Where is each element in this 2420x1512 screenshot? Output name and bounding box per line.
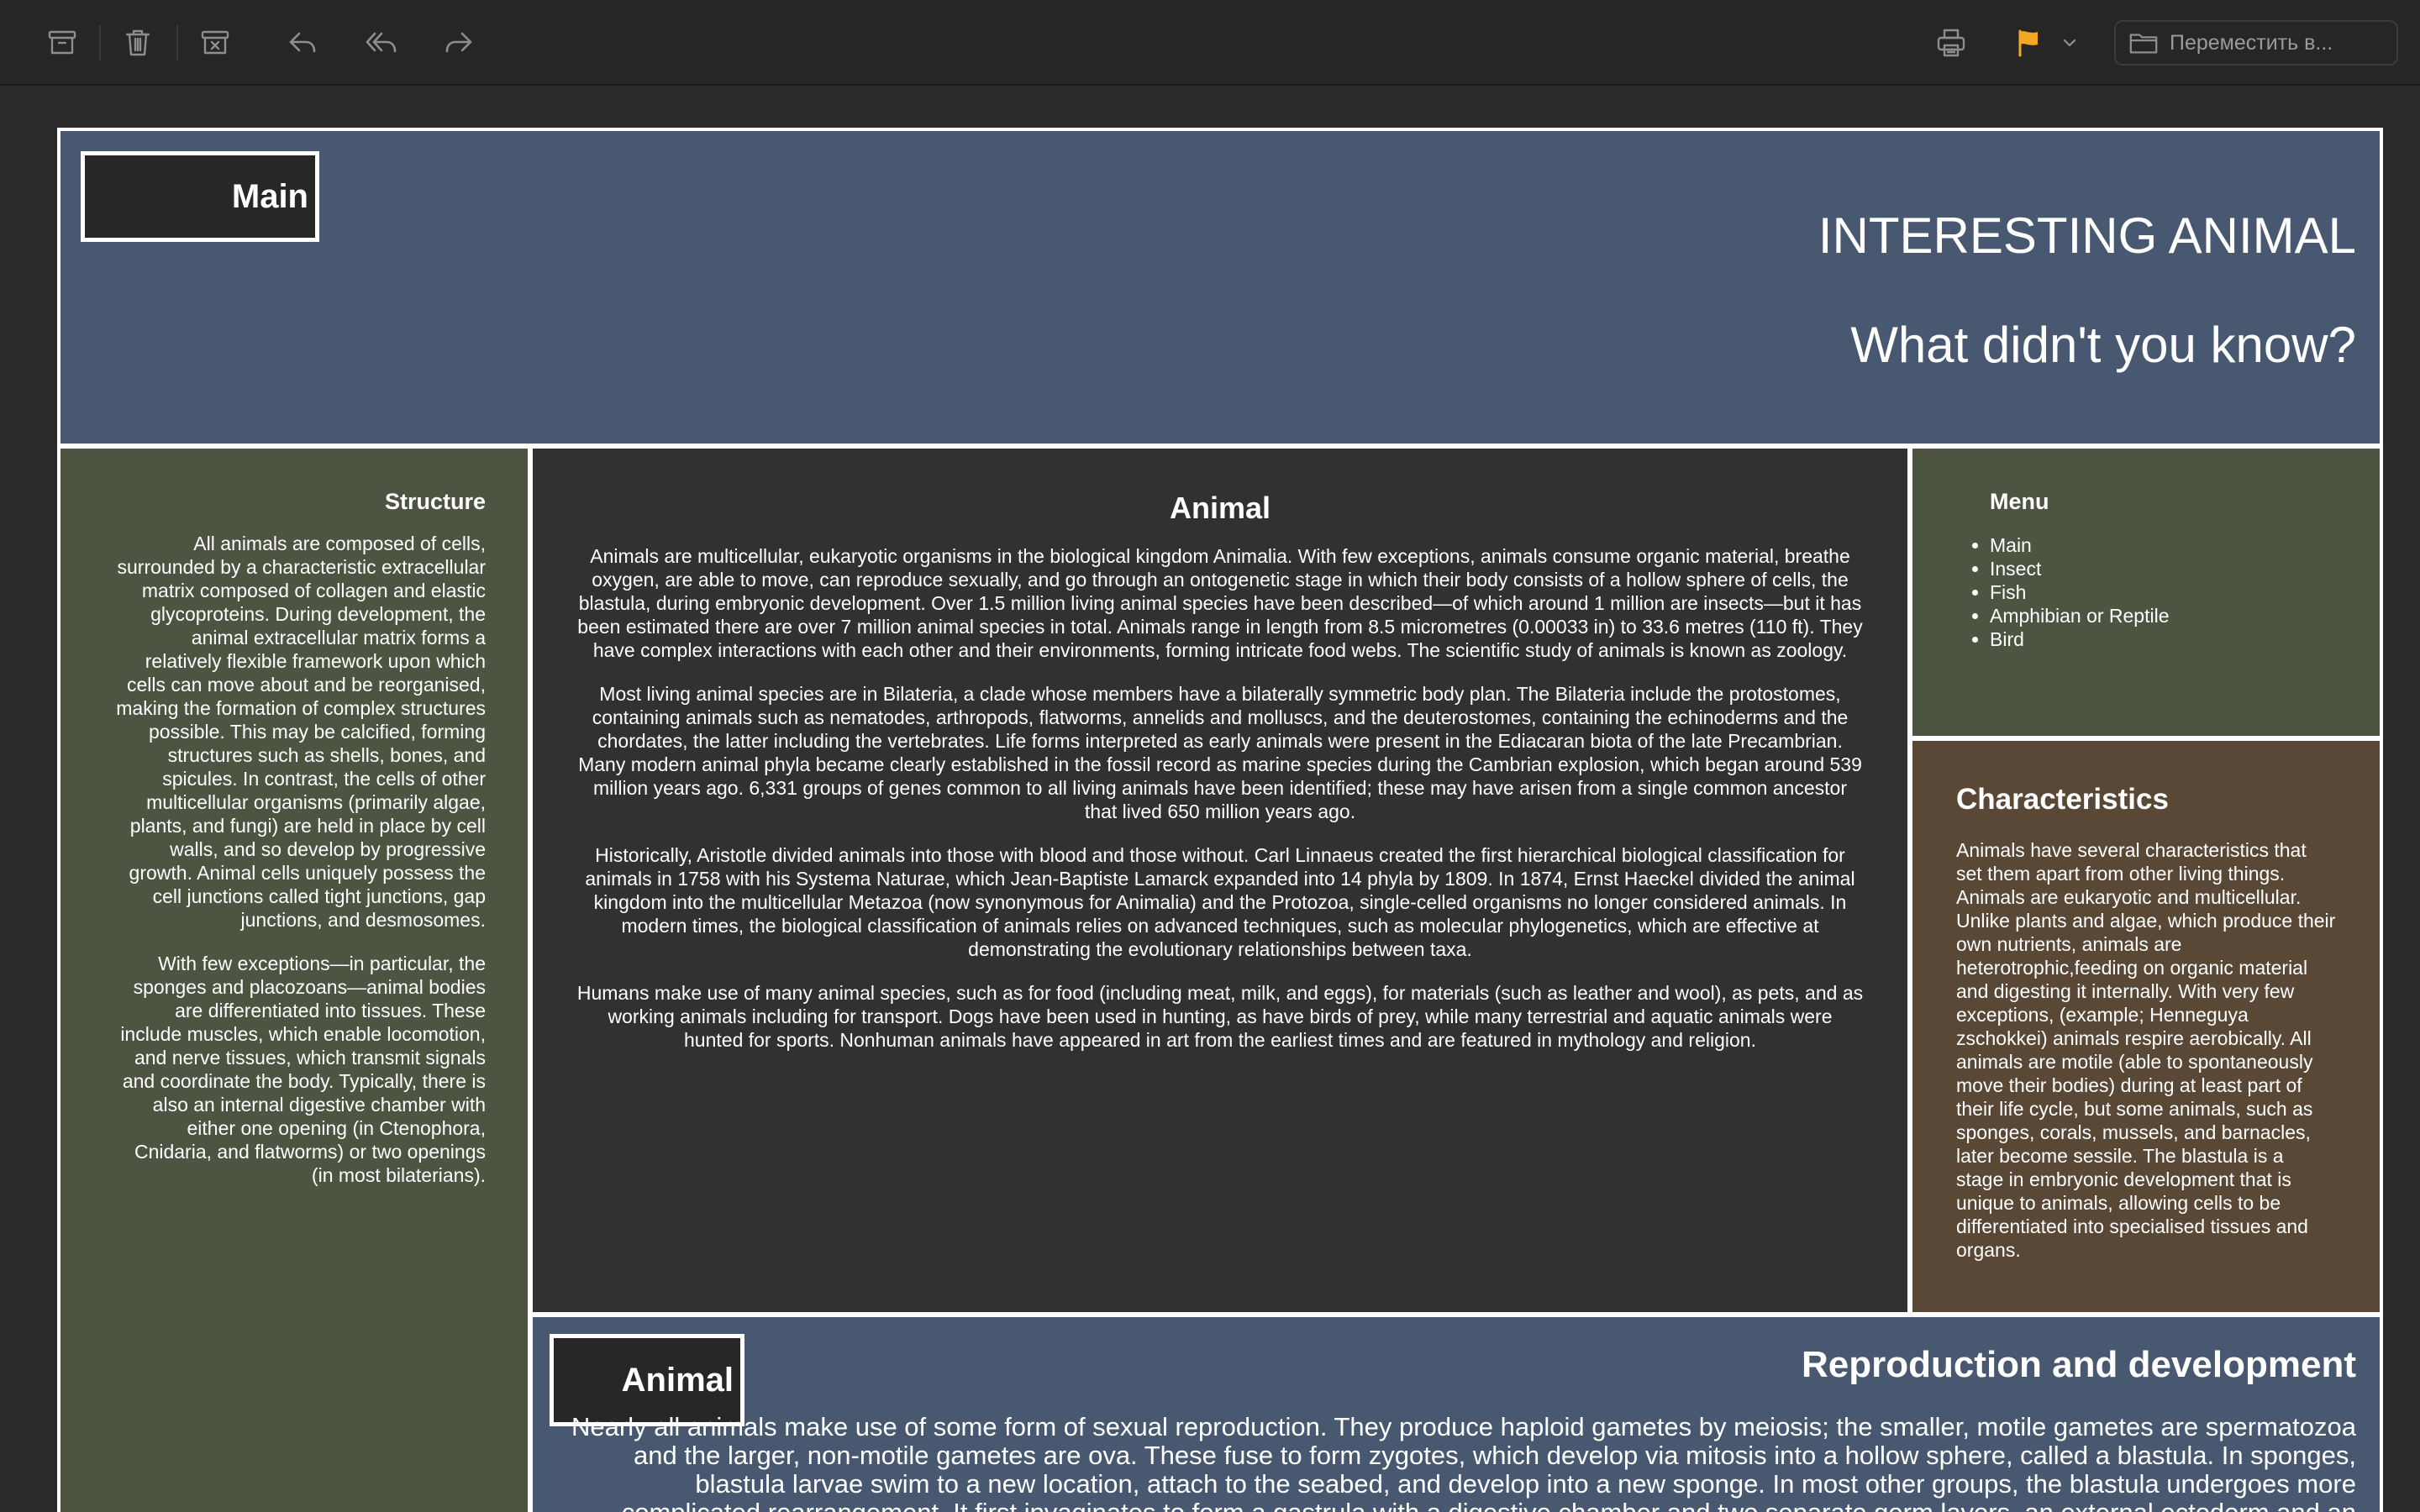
- menu-item-bird[interactable]: Bird: [1990, 627, 2346, 651]
- trash-icon[interactable]: [113, 18, 163, 67]
- menu-item-amphibian-or-reptile[interactable]: Amphibian or Reptile: [1990, 604, 2346, 627]
- archive-icon[interactable]: [37, 18, 87, 67]
- menu-item-fish[interactable]: Fish: [1990, 580, 2346, 604]
- print-icon[interactable]: [1926, 18, 1976, 67]
- flag-icon[interactable]: [2005, 18, 2052, 67]
- characteristics-text: Animals have several characteristics tha…: [1956, 839, 2336, 1261]
- characteristics-panel: Characteristics Animals have several cha…: [1912, 741, 2380, 1312]
- menu-item-insect[interactable]: Insect: [1990, 557, 2346, 580]
- animal-article: Animal Animals are multicellular, eukary…: [533, 449, 1907, 1312]
- reproduction-section: Animal Reproduction and development Near…: [533, 1317, 2380, 1512]
- menu-list: Main Insect Fish Amphibian or Reptile Bi…: [1960, 533, 2346, 651]
- structure-panel: Structure All animals are composed of ce…: [60, 449, 528, 1512]
- folder-icon: [2128, 27, 2160, 59]
- move-to-placeholder: Переместить в...: [2170, 30, 2333, 55]
- junk-icon[interactable]: [190, 18, 240, 67]
- page-title: INTERESTING ANIMAL: [1818, 207, 2356, 264]
- structure-paragraph: With few exceptions—in particular, the s…: [120, 953, 486, 1186]
- animal-paragraph: Animals are multicellular, eukaryotic or…: [577, 545, 1863, 661]
- structure-paragraph: All animals are composed of cells, surro…: [116, 533, 486, 931]
- forward-icon[interactable]: [434, 18, 484, 67]
- mail-toolbar: Переместить в...: [0, 0, 2420, 86]
- characteristics-heading: Characteristics: [1956, 783, 2169, 816]
- animal-paragraph: Historically, Aristotle divided animals …: [585, 844, 1855, 960]
- reproduction-heading: Reproduction and development: [1801, 1344, 2356, 1385]
- menu-heading: Menu: [1990, 489, 2049, 514]
- move-to-field[interactable]: Переместить в...: [2114, 20, 2398, 66]
- main-nav-button[interactable]: Main: [81, 151, 319, 242]
- chevron-down-icon[interactable]: [2057, 18, 2082, 67]
- reproduction-text: Nearly all animals make use of some form…: [571, 1412, 2356, 1512]
- animal-paragraph: Most living animal species are in Bilate…: [578, 683, 1862, 822]
- animal-paragraph: Humans make use of many animal species, …: [576, 982, 1864, 1051]
- reply-all-icon[interactable]: [356, 18, 407, 67]
- email-body: Main INTERESTING ANIMAL What didn't you …: [57, 128, 2383, 1512]
- menu-panel: Menu Main Insect Fish Amphibian or Repti…: [1912, 449, 2380, 736]
- menu-item-main[interactable]: Main: [1990, 533, 2346, 557]
- reply-icon[interactable]: [277, 18, 328, 67]
- structure-heading: Structure: [384, 489, 486, 514]
- page-header: Main INTERESTING ANIMAL What didn't you …: [60, 131, 2380, 444]
- page-subtitle: What didn't you know?: [1850, 317, 2356, 373]
- animal-heading: Animal: [1169, 491, 1271, 525]
